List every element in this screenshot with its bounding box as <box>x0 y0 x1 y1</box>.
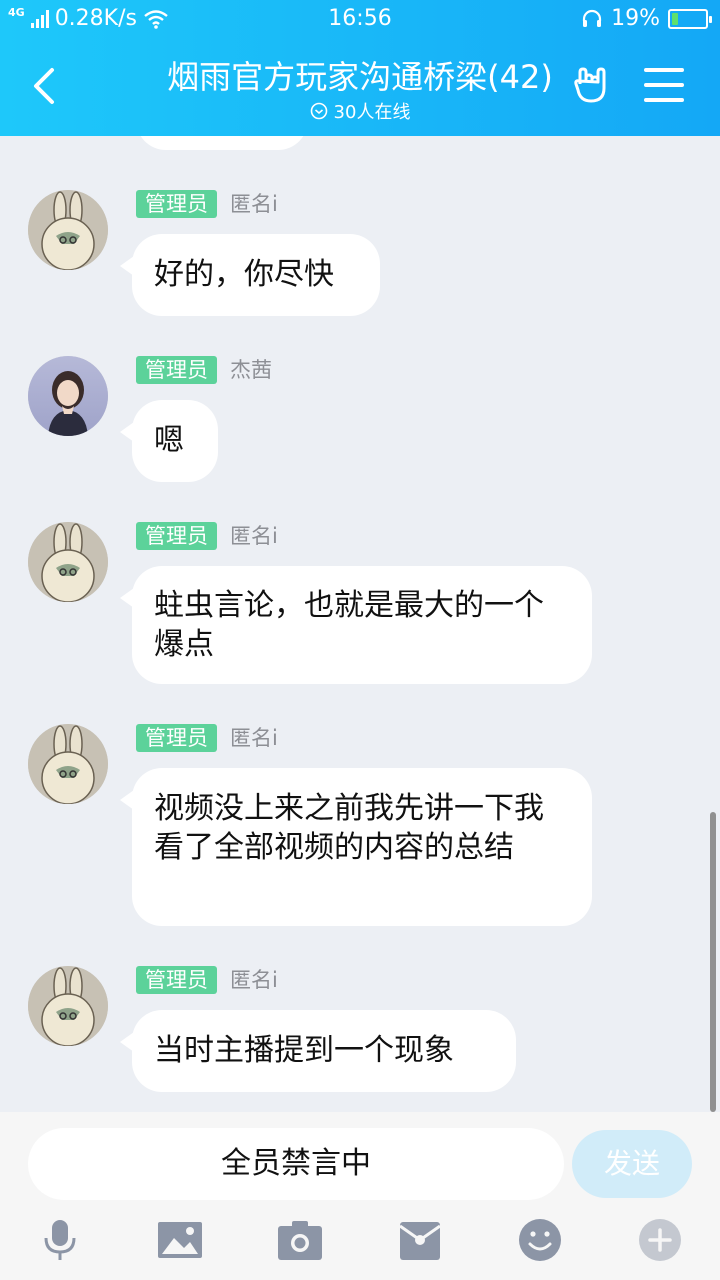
bunny-avatar-image <box>28 190 108 270</box>
bunny-avatar[interactable] <box>28 724 108 804</box>
partial-message-bubble <box>136 136 308 150</box>
message-bubble[interactable]: 蛀虫言论，也就是最大的一个爆点 <box>120 566 592 684</box>
camera-icon[interactable] <box>278 1218 322 1262</box>
admin-badge: 管理员 <box>136 724 217 752</box>
send-button[interactable]: 发送 <box>572 1130 692 1198</box>
message-input[interactable]: 全员禁言中 <box>28 1128 564 1200</box>
online-count: 30人在线 <box>333 102 411 123</box>
battery-level <box>672 12 679 25</box>
chat-header: 4G 0.28K/s 16:56 19% 烟雨官方玩家沟通桥梁(42) 30人在… <box>0 0 720 136</box>
battery-icon <box>668 8 712 29</box>
hand-gesture-icon <box>574 67 606 103</box>
menu-line <box>644 68 684 72</box>
mic-icon[interactable] <box>38 1218 82 1262</box>
check-circle-icon <box>310 102 327 120</box>
bunny-avatar[interactable] <box>28 966 108 1046</box>
status-bar: 4G 0.28K/s 16:56 19% <box>0 0 720 38</box>
sender-name: 匿名i <box>230 192 278 216</box>
sender-name: 匿名i <box>230 968 278 992</box>
message-text: 蛀虫言论，也就是最大的一个爆点 <box>154 588 544 662</box>
sender-name: 匿名i <box>230 524 278 548</box>
battery-percent: 19% <box>611 6 660 31</box>
admin-badge: 管理员 <box>136 356 217 384</box>
admin-badge: 管理员 <box>136 522 217 550</box>
message-text: 好的，你尽快 <box>154 257 334 292</box>
message-bubble[interactable]: 视频没上来之前我先讲一下我看了全部视频的内容的总结 <box>120 768 592 926</box>
message-text: 嗯 <box>154 423 184 458</box>
girl-photo-avatar[interactable] <box>28 356 108 436</box>
sender-name: 杰茜 <box>230 358 272 382</box>
group-title: 烟雨官方玩家沟通桥梁(42) <box>167 58 553 96</box>
message-bubble[interactable]: 好的，你尽快 <box>120 234 380 316</box>
message-bubble[interactable]: 嗯 <box>120 400 218 482</box>
bunny-avatar[interactable] <box>28 522 108 602</box>
plus-icon[interactable] <box>638 1218 682 1262</box>
menu-line <box>644 83 684 87</box>
message-text: 视频没上来之前我先讲一下我看了全部视频的内容的总结 <box>154 791 544 865</box>
red-packet-icon[interactable] <box>398 1218 442 1262</box>
input-area: 全员禁言中 发送 <box>0 1112 720 1280</box>
status-right: 19% <box>581 6 712 31</box>
admin-badge: 管理员 <box>136 190 217 218</box>
chat-scrollbar[interactable] <box>710 812 716 1112</box>
group-feature-button[interactable] <box>572 64 614 106</box>
bunny-avatar-image <box>28 966 108 1046</box>
bunny-avatar[interactable] <box>28 190 108 270</box>
menu-button[interactable] <box>644 68 684 102</box>
chat-message-list[interactable]: 管理员 匿名i 好的，你尽快 管理员 杰茜 嗯 管理员 匿名i 蛀虫言论，也就是… <box>0 136 720 1112</box>
emoji-icon[interactable] <box>518 1218 562 1262</box>
bunny-avatar-image <box>28 522 108 602</box>
message-bubble[interactable]: 当时主播提到一个现象 <box>120 1010 516 1092</box>
menu-line <box>644 98 684 102</box>
image-icon[interactable] <box>158 1218 202 1262</box>
admin-badge: 管理员 <box>136 966 217 994</box>
sender-name: 匿名i <box>230 726 278 750</box>
girl-photo-avatar-image <box>28 356 108 436</box>
message-text: 当时主播提到一个现象 <box>154 1033 454 1068</box>
bunny-avatar-image <box>28 724 108 804</box>
headset-icon <box>582 9 602 27</box>
